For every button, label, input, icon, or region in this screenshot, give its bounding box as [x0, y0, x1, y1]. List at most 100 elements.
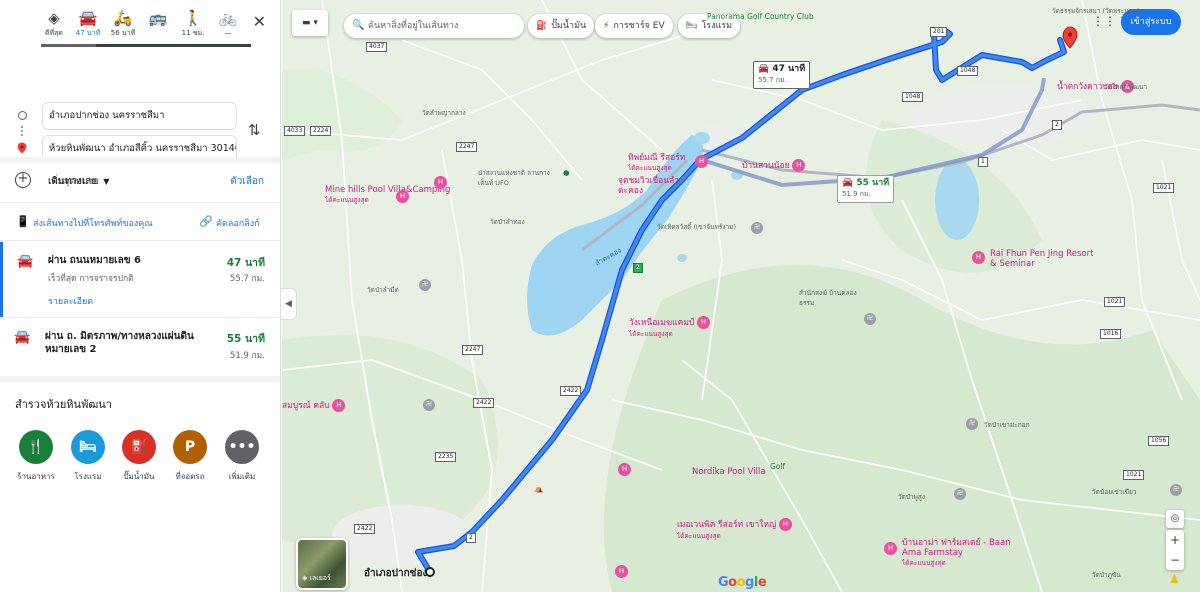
leave-now-dropdown[interactable]: เดินทางเลย ▼	[48, 174, 109, 189]
chip-gas-station[interactable]: ⛽ ปั๊มน้ำมัน	[528, 14, 595, 38]
zoom-in-button[interactable]: +	[1166, 530, 1184, 550]
place-label[interactable]: วัดน้อยเขาเขียว	[1092, 487, 1136, 497]
mode-best[interactable]: ◈ ดีที่สุด	[37, 8, 71, 38]
chip-ev-charging[interactable]: ⚡ การชาร์จ EV	[595, 14, 673, 38]
street-view-pegman-icon[interactable]: ♟	[1169, 572, 1180, 586]
route-time-bubble-alt[interactable]: 🚘 55 นาที 51.9 กม.	[837, 175, 895, 203]
options-button[interactable]: ตัวเลือก	[230, 174, 264, 189]
map-canvas[interactable]: ▬ ▾ 🔍 ค้นหาสิ่งที่อยู่ในเส้นทาง ⛽ ปั๊มน้ำ…	[282, 0, 1200, 592]
road-shield: 2	[466, 533, 476, 543]
poi-park[interactable]: ●	[563, 168, 570, 177]
category-more[interactable]: ••• เพิ่มเติม	[217, 430, 267, 483]
layers-satellite-toggle[interactable]: ◈ เลเยอร์	[296, 538, 348, 590]
road-shield: 1048	[957, 66, 979, 76]
road-shield: 4037	[366, 42, 388, 52]
parking-icon: P	[173, 430, 207, 464]
road-shield: 1056	[1148, 436, 1170, 446]
bicycle-icon: 🚲	[218, 9, 238, 27]
share-row: 📱 ส่งเส้นทางไปที่โทรศัพท์ของคุณ 🔗 คัดลอก…	[0, 212, 280, 234]
place-label[interactable]: วัดป่าลำทอง	[490, 217, 560, 227]
origin-field[interactable]: อำเภอปากช่อง นครราชสีมา	[42, 102, 237, 130]
route-time-bubble-main[interactable]: 🚘 47 นาที 55.7 กม.	[753, 61, 811, 89]
route-sub: เร็วที่สุด การจราจรปกติ	[48, 274, 134, 284]
poi-hotel[interactable]: Nordika Pool Villa	[692, 467, 766, 477]
poi-pin[interactable]: H	[434, 176, 450, 189]
send-to-phone-link[interactable]: ส่งเส้นทางไปที่โทรศัพท์ของคุณ	[33, 216, 153, 230]
hotel-icon: 🛏	[686, 21, 698, 31]
road-shield: 2224	[310, 126, 332, 136]
my-location-button[interactable]: ◎	[1166, 510, 1184, 528]
route-dots-icon	[21, 126, 24, 136]
mode-label: ดีที่สุด	[45, 29, 63, 37]
mode-transit[interactable]: 🚌	[141, 8, 175, 28]
category-parking[interactable]: P ที่จอดรถ	[165, 430, 215, 483]
bubble-time: 55 นาที	[856, 178, 890, 188]
hotel-icon: H	[615, 565, 628, 578]
route-option-1[interactable]: 🚘 ผ่าน ถนนหมายเลข 6 เร็วที่สุด การจราจรป…	[0, 242, 280, 317]
directions-panel: ◈ ดีที่สุด 🚘 47 นาที 🛵 56 นาที 🚌 🚶 11 ชม…	[0, 0, 281, 592]
zoom-out-button[interactable]: −	[1166, 550, 1184, 570]
road-shield: 2247	[456, 142, 478, 152]
temple-icon[interactable]: 卍	[423, 399, 435, 411]
poi-hotel[interactable]: วังเหนือเมฆแคมป์ H ได้คะแนนสูงสุด	[629, 316, 713, 339]
mode-motorcycle[interactable]: 🛵 56 นาที	[106, 8, 140, 38]
place-label[interactable]: วัดธรรมจักรเสมา (วัดพระนอน)	[1052, 6, 1142, 16]
hotel-icon: H	[396, 190, 409, 203]
gas-station-icon: ⛽	[536, 21, 548, 31]
gas-station-icon: ⛽	[122, 430, 156, 464]
poi-pin[interactable]: H	[695, 155, 711, 168]
place-label[interactable]: วัดป่าลำมีด	[367, 285, 399, 295]
park-icon: ●	[563, 168, 570, 177]
temple-icon[interactable]: 卍	[966, 418, 978, 430]
hotel-icon: H	[972, 251, 985, 264]
temple-icon[interactable]: 卍	[419, 279, 431, 291]
poi-hotel[interactable]: H บ้านอาม่า ฟาร์มสเตย์ - Baan Ama Farmsta…	[884, 538, 1022, 568]
place-label[interactable]: วัดใหญ่สุพัฒนา	[1104, 82, 1147, 92]
place-label[interactable]: วัดเทิดสวัสดิ์ (เขาจันทร์งาม)	[657, 222, 747, 232]
place-label[interactable]: วัดป่าพูสูง	[898, 492, 925, 502]
poi-hotel[interactable]: Mine hills Pool Villa&Camping ได้คะแนนสูง…	[325, 185, 450, 205]
route-details-link[interactable]: รายละเอียด	[48, 294, 93, 308]
poi-golf[interactable]: Panorama Golf Country Club	[707, 12, 817, 21]
place-label[interactable]: สำนักสงฆ์ บ้านคลองธรรม	[799, 288, 869, 308]
temple-icon[interactable]: 卍	[1170, 484, 1182, 496]
poi-camping[interactable]: ⛺	[534, 484, 543, 493]
mode-driving[interactable]: 🚘 47 นาที	[71, 8, 105, 38]
poi-golf[interactable]: Golf	[770, 462, 785, 471]
close-icon[interactable]: ✕	[253, 12, 266, 31]
poi-pin[interactable]: H	[615, 565, 631, 578]
poi-name: ทิพย์มณี รีสอร์ท	[628, 153, 686, 163]
poi-pin[interactable]: H	[396, 190, 412, 203]
more-icon: •••	[225, 430, 259, 464]
place-label[interactable]: วัดป่าภูซัน	[1092, 570, 1121, 580]
poi-hotel[interactable]: H Rai Fhun Pen Jing Resort & Seminar	[972, 249, 1100, 269]
temple-icon[interactable]: 卍	[751, 222, 763, 234]
poi-club[interactable]: สมบูรณ์ คลับ H	[282, 399, 348, 412]
search-along-route-input[interactable]: 🔍 ค้นหาสิ่งที่อยู่ในเส้นทาง	[344, 14, 524, 38]
category-restaurant[interactable]: 🍴 ร้านอาหาร	[11, 430, 61, 483]
map-view-toggle[interactable]: ▬ ▾	[292, 10, 328, 36]
ev-charger-icon: ⚡	[603, 21, 610, 31]
mode-bicycle[interactable]: 🚲 —	[211, 8, 245, 38]
swap-icon[interactable]: ⇅	[248, 121, 261, 139]
travel-mode-bar: ◈ ดีที่สุด 🚘 47 นาที 🛵 56 นาที 🚌 🚶 11 ชม…	[0, 0, 280, 48]
poi-pin[interactable]: H	[618, 463, 634, 476]
place-label[interactable]: วัดลำพญากลาง	[422, 108, 466, 118]
temple-icon[interactable]: 卍	[864, 313, 876, 325]
origin-map-label[interactable]: อำเภอปากช่อง	[364, 566, 427, 581]
poi-hotel[interactable]: เมอเวนพิค รีสอร์ท เขาใหญ่ H ได้คะแนนสูงสุ…	[677, 518, 795, 541]
category-hotel[interactable]: 🛏 โรงแรม	[63, 430, 113, 483]
place-label[interactable]: ป่าสงวนแห่งชาติ ลานกางเต็นท์ UFO	[478, 168, 563, 188]
poi-viewpoint[interactable]: จุดชมวิวเขื่อนลำตะคอง	[618, 176, 688, 196]
poi-hotel[interactable]: บ้านสวนน้อย H	[742, 159, 808, 172]
collapse-panel-button[interactable]: ◀	[281, 288, 297, 320]
place-label[interactable]: วัดป่าเขามะกอก	[984, 420, 1030, 430]
layers-icon: ◈	[302, 574, 308, 582]
category-gas-station[interactable]: ⛽ ปั๊มน้ำมัน	[114, 430, 164, 483]
temple-icon[interactable]: 卍	[954, 488, 966, 500]
route-option-2[interactable]: 🚘 ผ่าน ถ. มิตรภาพ/ทางหลวงแผ่นดินหมายเลข …	[0, 318, 280, 374]
poi-hotel[interactable]: ทิพย์มณี รีสอร์ท ได้คะแนนสูงสุด	[628, 153, 685, 173]
copy-link-button[interactable]: คัดลอกลิงก์	[216, 216, 260, 230]
zoom-controls: + −	[1166, 530, 1184, 570]
mode-walking[interactable]: 🚶 11 ชม.	[176, 8, 210, 38]
